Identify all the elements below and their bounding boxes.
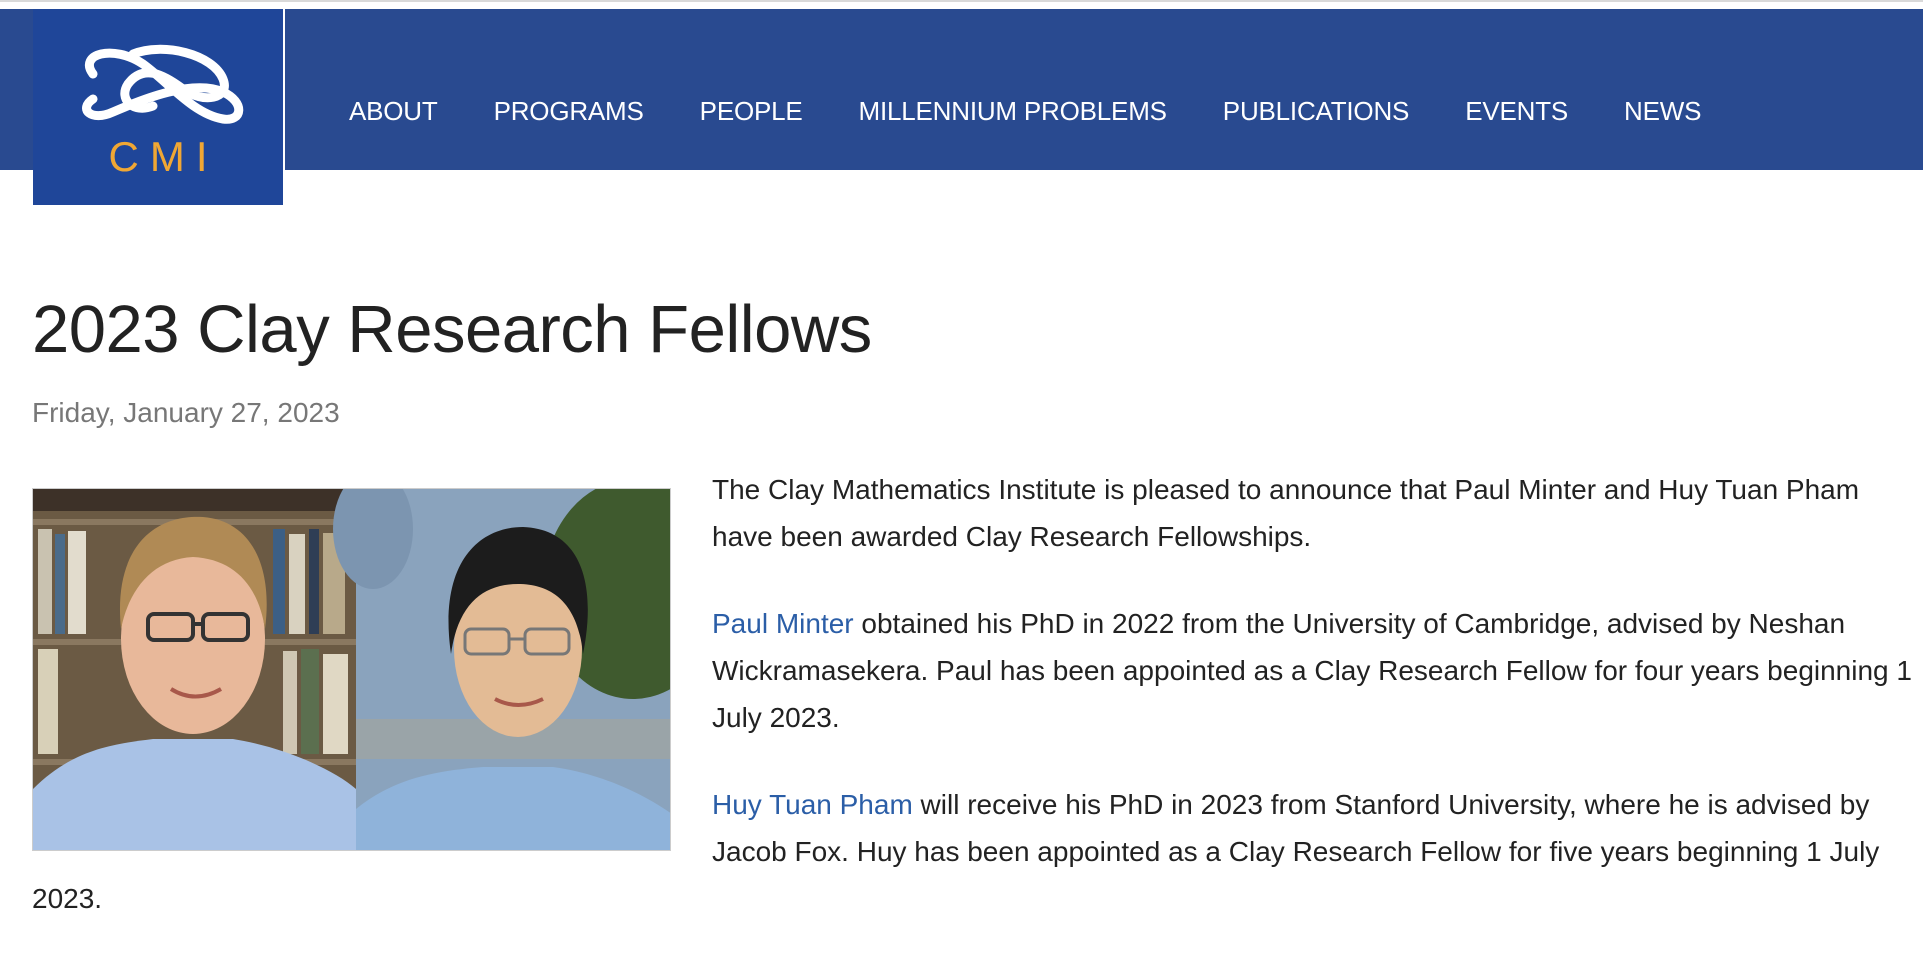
article: 2023 Clay Research Fellows Friday, Janua… <box>32 290 1912 914</box>
huy-tuan-pham-link[interactable]: Huy Tuan Pham <box>712 789 913 820</box>
intro-paragraph: The Clay Mathematics Institute is please… <box>712 474 1860 552</box>
nav-millennium-problems[interactable]: MILLENNIUM PROBLEMS <box>859 98 1167 124</box>
pham-paragraph: Huy Tuan Pham will receive his PhD in 20… <box>712 781 1922 875</box>
logo-text: CMI <box>108 133 219 180</box>
nav-publications[interactable]: PUBLICATIONS <box>1223 98 1410 124</box>
pham-paragraph-tail: 2023. <box>32 883 103 914</box>
top-border <box>0 0 1923 9</box>
nav-about[interactable]: ABOUT <box>349 98 438 124</box>
main-nav: ABOUT PROGRAMS PEOPLE MILLENNIUM PROBLEM… <box>349 9 1757 214</box>
nav-news[interactable]: NEWS <box>1624 98 1701 124</box>
minter-paragraph: Paul Minter obtained his PhD in 2022 fro… <box>712 600 1922 741</box>
minter-text: obtained his PhD in 2022 from the Univer… <box>712 608 1912 733</box>
fellows-photo <box>32 488 671 851</box>
paul-minter-link[interactable]: Paul Minter <box>712 608 854 639</box>
knot-logo-icon <box>82 44 244 124</box>
article-body: The Clay Mathematics Institute is please… <box>712 466 1922 915</box>
nav-people[interactable]: PEOPLE <box>700 98 803 124</box>
nav-programs[interactable]: PROGRAMS <box>494 98 644 124</box>
nav-events[interactable]: EVENTS <box>1465 98 1568 124</box>
cmi-logo[interactable]: CMI <box>33 9 285 205</box>
page-title: 2023 Clay Research Fellows <box>32 292 872 367</box>
article-date: Friday, January 27, 2023 <box>32 397 340 428</box>
